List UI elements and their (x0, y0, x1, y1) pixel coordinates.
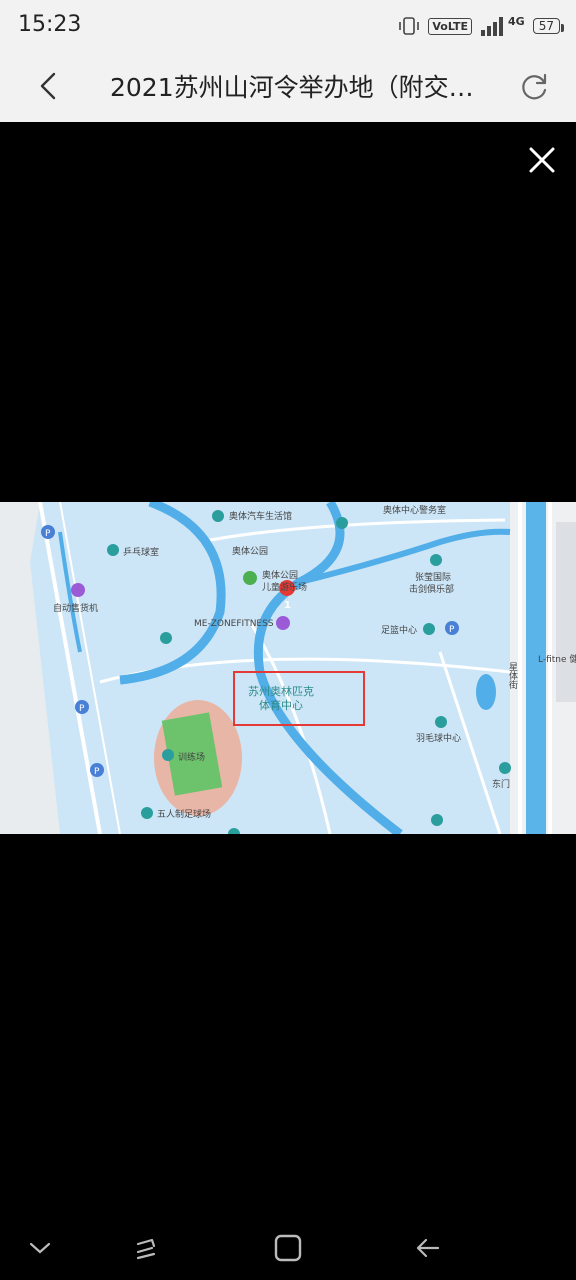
label-east-gate: 东门 (492, 778, 510, 790)
label-police: 奥体中心警务室 (383, 504, 446, 516)
label-fitness: ME-ZONEFITNESS (194, 619, 274, 629)
map-canvas: P P P P 1 奥体汽车生活馆 奥体中心警务室 乒乓球室 奥体公园 奥体公园… (0, 502, 576, 834)
svg-text:P: P (79, 704, 85, 714)
status-time: 15:23 (18, 12, 82, 37)
volte-badge: VoLTE (428, 17, 473, 35)
page-title: 2021苏州山河令举办地（附交通指南） (110, 73, 490, 102)
map-marker-number: 1 (284, 600, 291, 611)
svg-text:P: P (94, 767, 100, 777)
navigation-bar (0, 1210, 576, 1280)
recent-apps-icon[interactable] (128, 1230, 164, 1266)
battery-indicator: 57 (532, 18, 565, 34)
home-icon[interactable] (270, 1230, 306, 1266)
label-street: 星体街 (507, 662, 518, 690)
svg-text:P: P (449, 625, 455, 635)
label-kids-park-2: 儿童游乐场 (262, 581, 307, 593)
label-pingpong: 乒乓球室 (123, 546, 159, 558)
label-football-center: 足篮中心 (381, 624, 417, 636)
back-arrow-icon[interactable] (30, 66, 70, 106)
network-type: 4G (508, 14, 525, 28)
label-kids-park-1: 奥体公园 (262, 569, 298, 581)
close-icon[interactable] (522, 140, 562, 180)
chevron-down-icon[interactable] (22, 1230, 58, 1266)
label-vending: 自动售货机 (53, 602, 98, 614)
title-bar: 2021苏州山河令举办地（附交通指南） (0, 52, 576, 123)
back-icon[interactable] (410, 1230, 446, 1266)
label-automobile-center: 奥体汽车生活馆 (229, 510, 292, 522)
label-five-a-side: 五人制足球场 (157, 808, 211, 820)
status-icons: VoLTE 4G 57 (398, 12, 565, 40)
signal-icon (481, 17, 504, 36)
label-gym: L-fitne 健身工作 (538, 653, 576, 665)
svg-text:P: P (45, 529, 51, 539)
vibrate-icon (399, 17, 420, 35)
status-bar: 15:23 VoLTE 4G 57 (0, 0, 576, 52)
label-park: 奥体公园 (232, 545, 268, 557)
label-fencing-2: 击剑俱乐部 (409, 583, 454, 595)
label-highlight-1: 苏州奥林匹克 (248, 684, 314, 698)
label-highlight-2: 体育中心 (259, 698, 303, 712)
label-training: 训练场 (178, 751, 205, 763)
refresh-icon[interactable] (514, 66, 554, 106)
label-badminton: 羽毛球中心 (416, 732, 461, 744)
map-image[interactable]: P P P P 1 奥体汽车生活馆 奥体中心警务室 乒乓球室 奥体公园 奥体公园… (0, 502, 576, 834)
label-fencing-1: 张莹国际 (415, 572, 451, 583)
